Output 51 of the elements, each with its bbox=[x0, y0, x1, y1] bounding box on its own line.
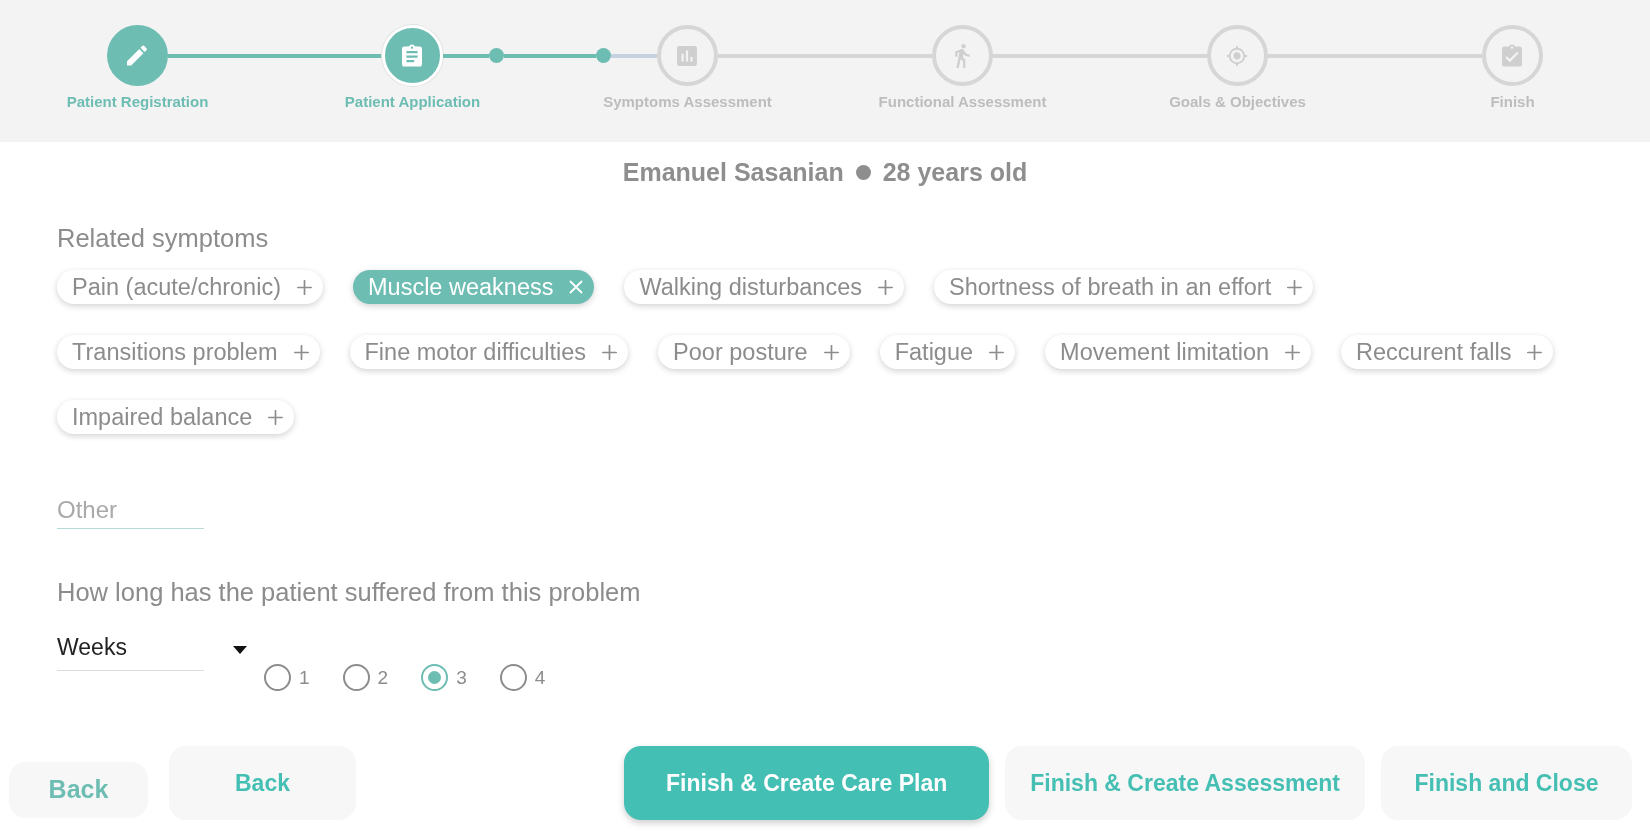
patient-age: 28 years old bbox=[882, 157, 1028, 187]
patient-name: Emanuel Sasanian bbox=[622, 157, 844, 187]
question-label: How long has the patient suffered from this problem bbox=[57, 577, 642, 607]
symptom-chip[interactable]: Fatigue bbox=[879, 335, 1016, 369]
plus-icon bbox=[877, 279, 893, 295]
walking-person-icon bbox=[955, 43, 970, 68]
symptom-chip[interactable]: Reccurent falls bbox=[1341, 335, 1554, 369]
radio-button[interactable] bbox=[421, 664, 449, 691]
other-input-field[interactable]: Other bbox=[57, 491, 204, 529]
crosshair-icon bbox=[1227, 45, 1248, 66]
symptom-chip[interactable]: Movement limitation bbox=[1045, 335, 1312, 369]
symptom-chip[interactable]: Walking disturbances bbox=[624, 270, 904, 304]
radio-label: 2 bbox=[377, 666, 389, 689]
symptom-chip[interactable]: Fine motor difficulties bbox=[349, 335, 629, 369]
step-label: Patient Registration bbox=[66, 93, 209, 110]
symptom-chip[interactable]: Shortness of breath in an effort bbox=[933, 270, 1314, 304]
bar-chart-icon bbox=[677, 45, 698, 66]
symptom-chip[interactable]: Poor posture bbox=[658, 335, 850, 369]
plus-icon bbox=[1287, 279, 1303, 295]
unit-select[interactable]: Weeks bbox=[57, 633, 204, 671]
action-button[interactable]: Back bbox=[9, 762, 148, 818]
symptom-chip[interactable]: Transitions problem bbox=[57, 335, 320, 369]
separator-dot-icon bbox=[855, 164, 871, 180]
action-button[interactable]: Finish & Create Care Plan bbox=[624, 746, 990, 820]
radio-button[interactable] bbox=[499, 664, 527, 691]
step-label: Patient Application bbox=[344, 93, 481, 110]
close-icon bbox=[569, 280, 584, 294]
plus-icon bbox=[297, 279, 312, 295]
plus-icon bbox=[268, 409, 284, 425]
action-button[interactable]: Back bbox=[169, 746, 356, 820]
section-label: Related symptoms bbox=[57, 223, 270, 253]
radio-label: 3 bbox=[456, 666, 467, 689]
pencil-icon bbox=[127, 45, 148, 66]
plus-icon bbox=[293, 344, 309, 360]
symptom-chip[interactable]: Impaired balance bbox=[57, 400, 295, 434]
radio-label: 4 bbox=[534, 666, 546, 689]
action-button[interactable]: Finish & Create Assessment bbox=[1005, 746, 1365, 820]
plus-icon bbox=[1527, 344, 1543, 360]
action-button[interactable]: Finish and Close bbox=[1381, 746, 1632, 820]
caret-icon bbox=[233, 646, 247, 654]
plus-icon bbox=[823, 344, 839, 360]
radio-label: 1 bbox=[299, 666, 310, 689]
plus-icon bbox=[1285, 344, 1301, 360]
plus-icon bbox=[602, 344, 618, 360]
plus-icon bbox=[989, 344, 1005, 360]
radio-button[interactable] bbox=[342, 664, 370, 691]
clipboard-check-icon bbox=[1502, 44, 1523, 67]
clipboard-icon bbox=[402, 44, 423, 67]
radio-button[interactable] bbox=[264, 664, 291, 691]
symptom-chip[interactable]: Pain (acute/chronic) bbox=[57, 270, 323, 304]
symptom-chip[interactable]: Muscle weakness bbox=[353, 270, 595, 304]
